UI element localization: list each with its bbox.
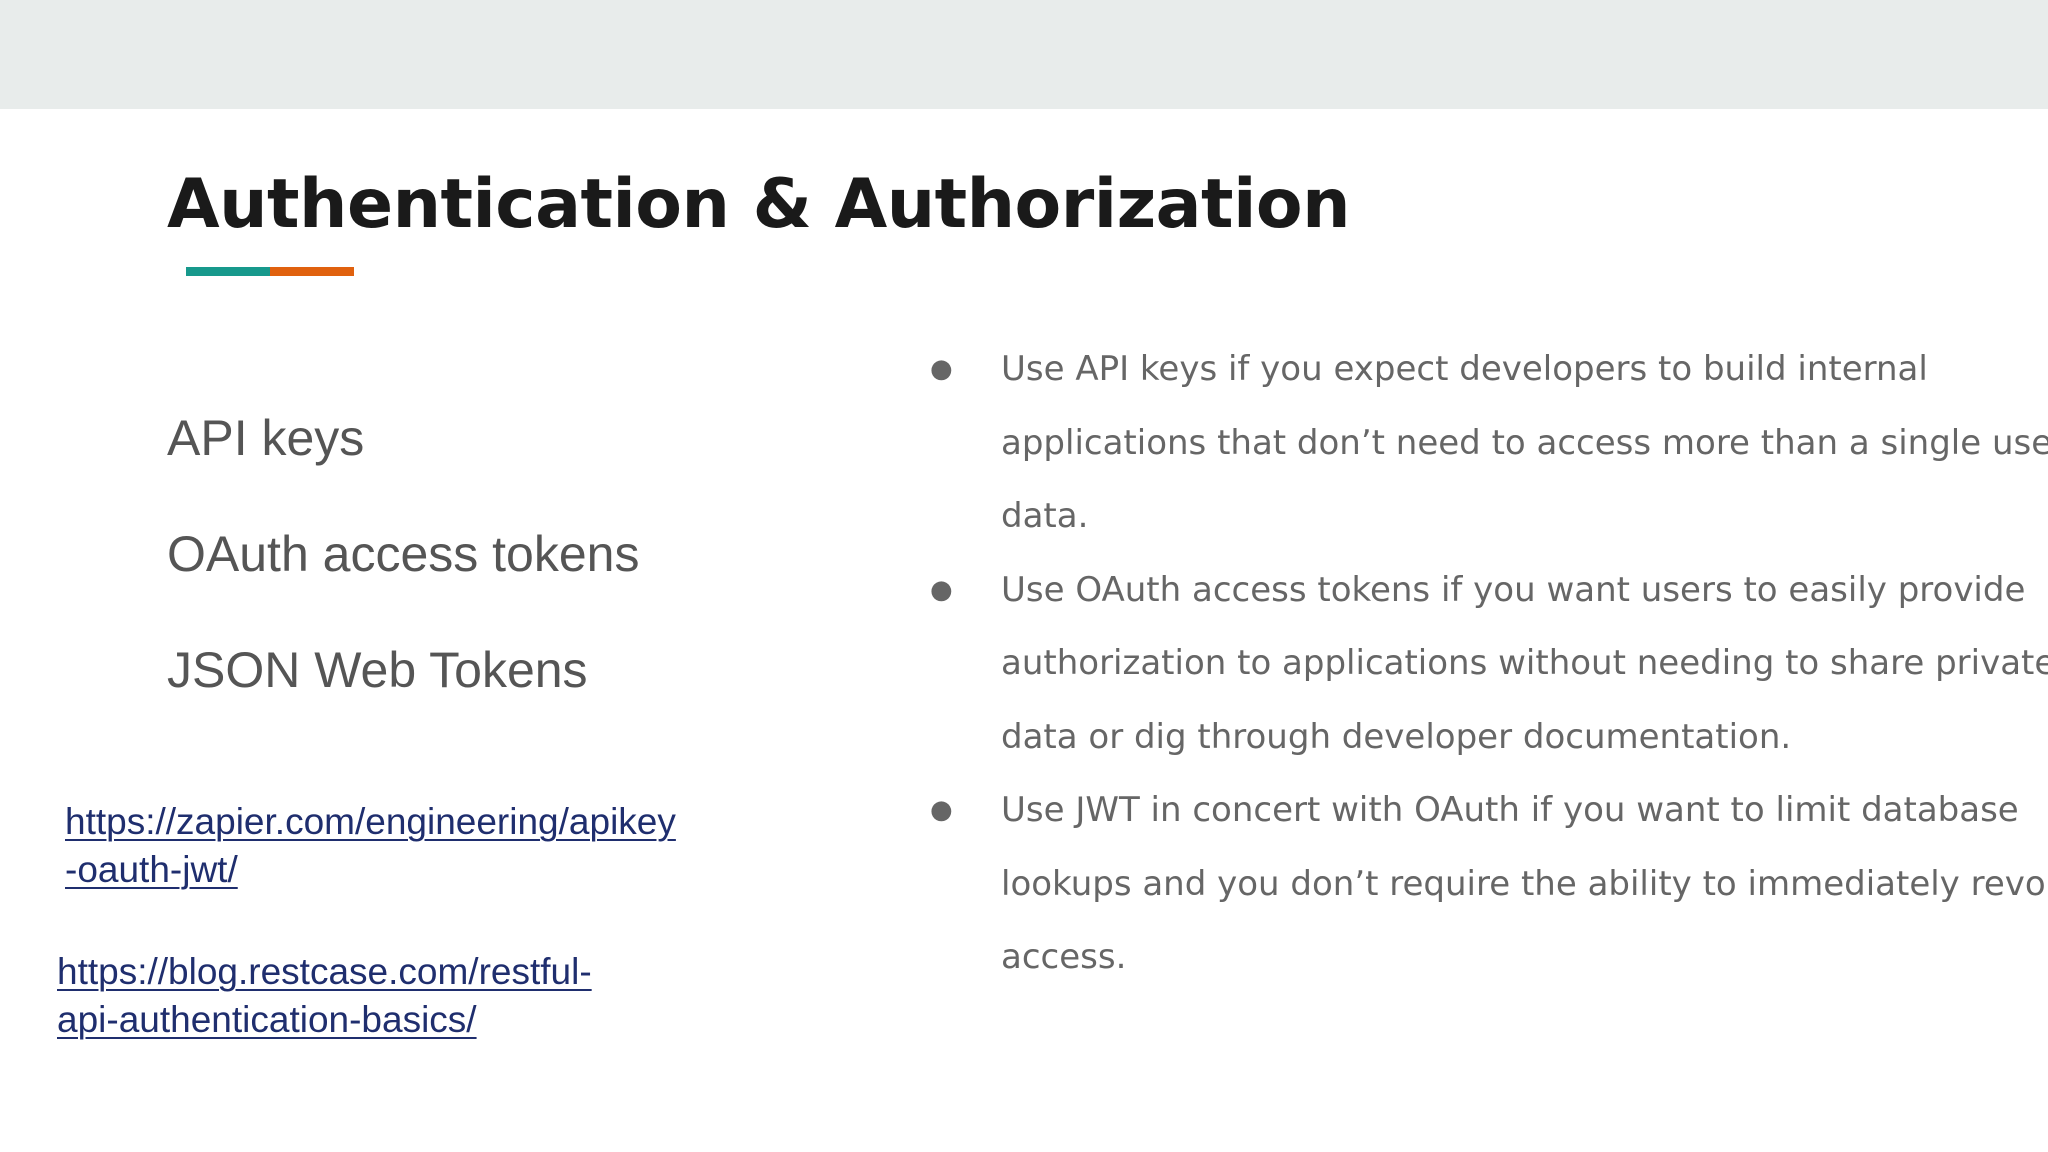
recommendations-list: ● Use API keys if you expect developers … bbox=[928, 333, 2048, 995]
auth-method-item: API keys bbox=[167, 410, 365, 466]
link-text-line: -oauth-jwt/ bbox=[65, 849, 238, 890]
top-band bbox=[0, 0, 2048, 109]
auth-method-item: JSON Web Tokens bbox=[167, 642, 588, 698]
bullet-text-line: authorization to applications without ne… bbox=[1001, 643, 2048, 683]
bullet-marker: ● bbox=[930, 574, 953, 605]
auth-method-item: OAuth access tokens bbox=[167, 526, 640, 582]
recommendation-item: ● Use OAuth access tokens if you want us… bbox=[928, 554, 2048, 775]
recommendation-item: ● Use API keys if you expect developers … bbox=[928, 333, 2048, 554]
bullet-text-line: applications that don’t need to access m… bbox=[1001, 422, 2048, 463]
recommendation-item: ● Use JWT in concert with OAuth if you w… bbox=[928, 774, 2048, 995]
bullet-text-line: lookups and you don’t require the abilit… bbox=[1001, 863, 2048, 904]
link-text-line: api-authentication-basics/ bbox=[57, 999, 477, 1040]
bullet-text-line: Use JWT in concert with OAuth if you wan… bbox=[1001, 790, 2019, 830]
link-text-line: https://blog.restcase.com/restful- bbox=[57, 951, 592, 992]
title-accent-teal bbox=[186, 267, 270, 276]
link-text-line: https://zapier.com/engineering/apikey bbox=[65, 801, 676, 842]
slide-title: Authentication & Authorization bbox=[167, 165, 1351, 244]
auth-methods-list: API keys OAuth access tokens JSON Web To… bbox=[167, 380, 639, 728]
bullet-text-line: access. bbox=[1001, 937, 1127, 977]
bullet-text-line: Use OAuth access tokens if you want user… bbox=[1001, 569, 2026, 610]
bullet-marker: ● bbox=[930, 354, 953, 384]
bullet-text-line: data. bbox=[1001, 496, 1089, 536]
bullet-text-line: Use API keys if you expect developers to… bbox=[1001, 349, 1928, 389]
bullet-text-line: data or dig through developer documentat… bbox=[1001, 716, 1792, 757]
reference-link-restcase[interactable]: https://blog.restcase.com/restful- api-a… bbox=[57, 948, 592, 1044]
title-accent-orange bbox=[270, 267, 354, 276]
reference-link-zapier[interactable]: https://zapier.com/engineering/apikey -o… bbox=[65, 798, 676, 894]
bullet-marker: ● bbox=[930, 795, 953, 825]
